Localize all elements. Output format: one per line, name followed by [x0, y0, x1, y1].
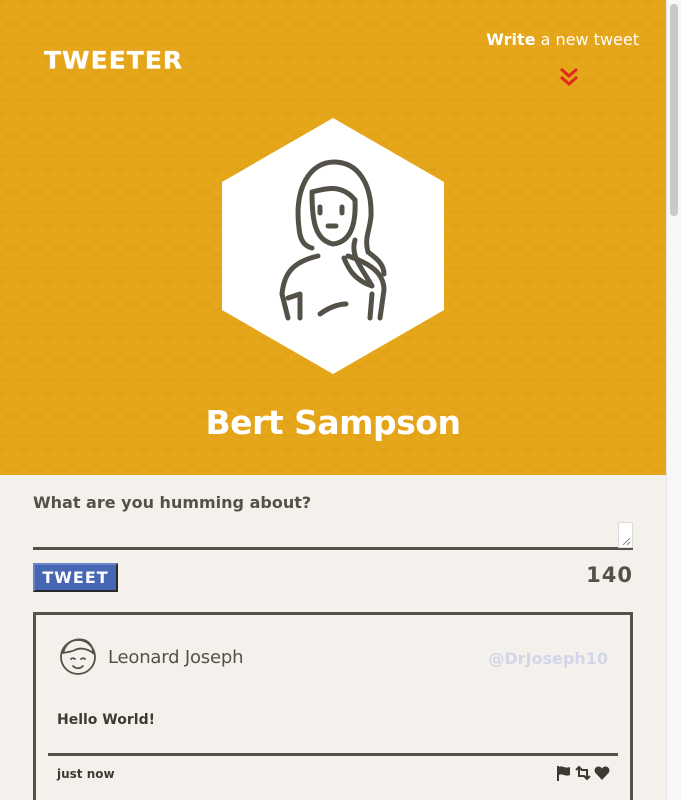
double-chevron-down-icon[interactable]	[558, 66, 580, 88]
tweet-divider	[48, 753, 618, 756]
tweet-actions	[556, 765, 610, 781]
compose-label: What are you humming about?	[33, 493, 312, 512]
app-logo[interactable]: TWEETER	[44, 47, 183, 75]
retweet-icon[interactable]	[575, 765, 591, 781]
profile-avatar	[222, 118, 444, 374]
scrollbar-thumb[interactable]	[670, 4, 678, 216]
page-scrollbar[interactable]	[666, 0, 681, 800]
compose-link-bold: Write	[486, 30, 536, 49]
tweet-body: Hello World!	[57, 712, 155, 728]
compose-link-rest: a new tweet	[535, 30, 639, 49]
tweet-handle[interactable]: @DrJoseph10	[488, 649, 608, 668]
tweet-button[interactable]: TWEET	[33, 563, 118, 592]
tweet-timestamp: just now	[57, 767, 115, 781]
write-new-tweet-link[interactable]: Write a new tweet	[486, 30, 639, 49]
tweet-card: Leonard Joseph @DrJoseph10 Hello World! …	[33, 612, 633, 800]
heart-icon[interactable]	[594, 765, 610, 781]
resize-grip-icon	[622, 537, 631, 546]
profile-name: Bert Sampson	[205, 403, 461, 442]
character-counter: 140	[586, 563, 633, 587]
user-face-icon	[58, 635, 98, 677]
textarea-resize-handle[interactable]	[618, 522, 633, 548]
flag-icon[interactable]	[556, 765, 572, 781]
profile-header: TWEETER Write a new tweet Bert Sampson	[0, 0, 666, 475]
tweet-textarea[interactable]	[33, 522, 633, 550]
tweet-author: Leonard Joseph	[108, 647, 244, 668]
